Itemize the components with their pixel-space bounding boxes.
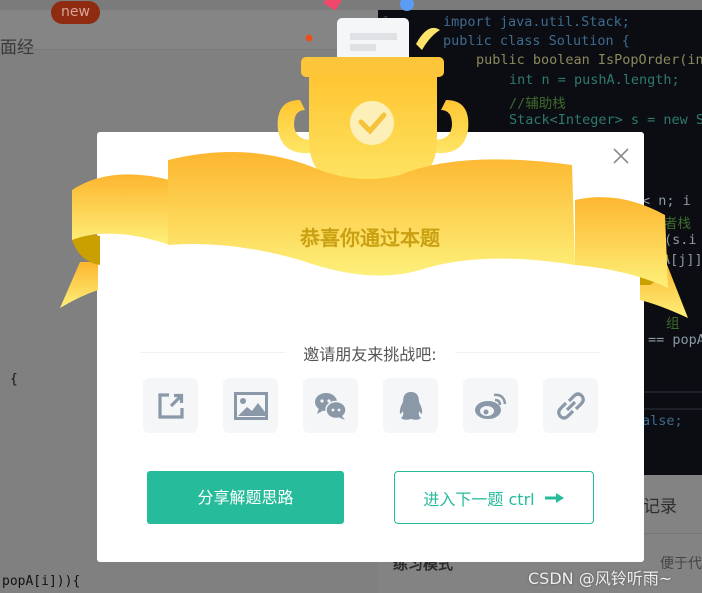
trophy-handle (277, 100, 312, 154)
link-icon (556, 391, 585, 420)
ribbon-left (72, 174, 170, 245)
next-problem-button[interactable]: 进入下一题 ctrl (394, 471, 594, 524)
share-external-icon (157, 392, 184, 419)
close-icon[interactable] (611, 146, 631, 166)
invite-text: 邀请朋友来挑战吧: (303, 345, 437, 364)
check-icon (350, 101, 394, 145)
share-image-button[interactable] (223, 378, 278, 433)
weibo-icon (474, 393, 506, 419)
share-external-button[interactable] (143, 378, 198, 433)
watermark: CSDN @风铃听雨~ (528, 569, 673, 588)
confetti (416, 27, 440, 50)
share-wechat-button[interactable] (303, 378, 358, 433)
confetti (323, 0, 343, 11)
qq-icon (399, 391, 422, 420)
modal-title: 恭喜你通过本题 (300, 226, 440, 250)
trophy-handle (434, 100, 469, 154)
share-link-button[interactable] (543, 378, 598, 433)
ribbon-right (575, 197, 668, 288)
image-icon (233, 391, 268, 420)
ribbon-tail (60, 262, 98, 308)
confetti (305, 34, 313, 42)
next-problem-label: 进入下一题 ctrl (423, 489, 535, 509)
confetti (400, 0, 414, 11)
share-qq-button[interactable] (383, 378, 438, 433)
share-weibo-button[interactable] (463, 378, 518, 433)
arrow-right-icon (544, 492, 564, 503)
wechat-icon (314, 392, 347, 420)
trophy-rim (301, 57, 444, 77)
share-solution-button[interactable]: 分享解题思路 (147, 471, 344, 524)
invite-heading: 邀请朋友来挑战吧: (140, 341, 600, 364)
celebration-graphic (60, 0, 688, 318)
